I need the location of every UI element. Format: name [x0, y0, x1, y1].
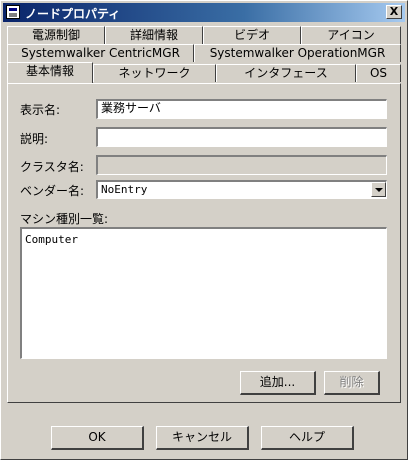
vendor-name-value: NoEntry — [101, 183, 148, 196]
cluster-name-label: クラスタ名: — [20, 160, 84, 174]
tab-icon[interactable]: アイコン — [301, 26, 401, 44]
ok-button[interactable]: OK — [51, 426, 144, 450]
tab-systemwalker-operationmgr[interactable]: Systemwalker OperationMGR — [194, 44, 401, 62]
tab-interface[interactable]: インタフェース — [216, 64, 356, 82]
add-button[interactable]: 追加... — [240, 371, 316, 395]
tab-os[interactable]: OS — [356, 64, 401, 82]
basic-info-panel: 表示名: 業務サーバ 説明: クラスタ名: ベンダー名: NoEntry マシン… — [7, 83, 401, 403]
tab-basic-info[interactable]: 基本情報 — [7, 62, 93, 83]
close-button[interactable]: X — [386, 5, 402, 19]
delete-button: 削除 — [324, 371, 380, 395]
machine-type-listbox[interactable]: Computer — [20, 227, 387, 359]
cancel-button[interactable]: キャンセル — [156, 426, 249, 450]
tab-network[interactable]: ネットワーク — [93, 64, 216, 82]
tab-systemwalker-centricmgr[interactable]: Systemwalker CentricMGR — [7, 44, 194, 62]
tab-power-control[interactable]: 電源制御 — [7, 26, 105, 44]
tab-details[interactable]: 詳細情報 — [105, 26, 203, 44]
node-properties-dialog: ノードプロパティ X 電源制御 詳細情報 ビデオ アイコン Systemwalk… — [0, 0, 408, 460]
list-item[interactable]: Computer — [25, 233, 383, 246]
cluster-name-field — [96, 155, 387, 175]
vendor-name-label: ベンダー名: — [20, 184, 85, 198]
help-button[interactable]: ヘルプ — [261, 426, 354, 450]
window-title: ノードプロパティ — [25, 7, 121, 21]
machine-type-list-label: マシン種別一覧: — [20, 212, 109, 226]
vendor-name-select[interactable]: NoEntry — [96, 180, 387, 199]
display-name-label: 表示名: — [20, 103, 61, 117]
tab-video[interactable]: ビデオ — [203, 26, 301, 44]
app-icon — [6, 5, 20, 19]
chevron-down-icon[interactable] — [371, 182, 386, 197]
title-bar: ノードプロパティ X — [3, 3, 405, 22]
description-label: 説明: — [20, 132, 49, 146]
display-name-field[interactable]: 業務サーバ — [96, 99, 387, 119]
description-field[interactable] — [96, 127, 387, 147]
